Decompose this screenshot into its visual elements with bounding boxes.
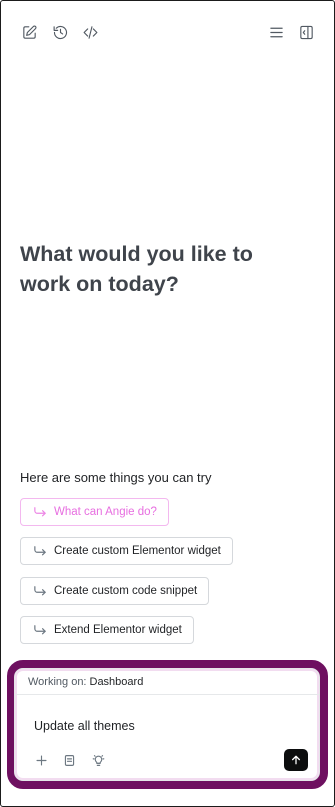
top-toolbar [1, 15, 334, 49]
working-on-label: Working on: [28, 675, 87, 688]
document-button[interactable] [59, 750, 79, 770]
suggestion-chip-extend-widget[interactable]: Extend Elementor widget [20, 616, 194, 644]
reply-arrow-icon [34, 586, 46, 596]
new-chat-icon [22, 24, 37, 39]
history-button[interactable] [43, 15, 77, 49]
plus-icon [35, 754, 47, 766]
suggestion-label: Extend Elementor widget [54, 624, 182, 636]
suggestion-chip-create-widget[interactable]: Create custom Elementor widget [20, 537, 233, 565]
suggestion-label: Create custom Elementor widget [54, 545, 221, 557]
collapse-panel-button[interactable] [289, 15, 323, 49]
suggestion-label: Create custom code snippet [54, 585, 198, 597]
reply-arrow-icon [34, 546, 46, 556]
working-on-row[interactable]: Working on: Dashboard [15, 669, 319, 695]
page-title: What would you like to work on today? [20, 242, 253, 296]
send-button[interactable] [284, 749, 308, 771]
suggestion-label: What can Angie do? [54, 506, 157, 518]
suggestion-chip-what-can-angie-do[interactable]: What can Angie do? [20, 498, 169, 526]
code-button[interactable] [73, 15, 107, 49]
suggestions-title: Here are some things you can try [20, 470, 212, 485]
reply-arrow-icon [34, 507, 46, 517]
ideas-button[interactable] [88, 750, 108, 770]
menu-icon [269, 27, 283, 37]
reply-arrow-icon [34, 625, 46, 635]
code-icon [83, 25, 97, 39]
add-attachment-button[interactable] [31, 750, 51, 770]
history-icon [53, 25, 67, 39]
arrow-up-icon [291, 755, 301, 765]
collapse-panel-icon [299, 25, 313, 39]
working-on-value: Dashboard [89, 675, 144, 688]
new-chat-button[interactable] [12, 15, 46, 49]
chat-composer: Working on: Dashboard Update all themes [14, 668, 320, 781]
menu-button[interactable] [259, 15, 293, 49]
lightbulb-icon [92, 754, 104, 766]
prompt-input[interactable]: Update all themes [34, 719, 135, 733]
suggestion-chip-create-snippet[interactable]: Create custom code snippet [20, 577, 210, 605]
document-icon [64, 754, 74, 766]
